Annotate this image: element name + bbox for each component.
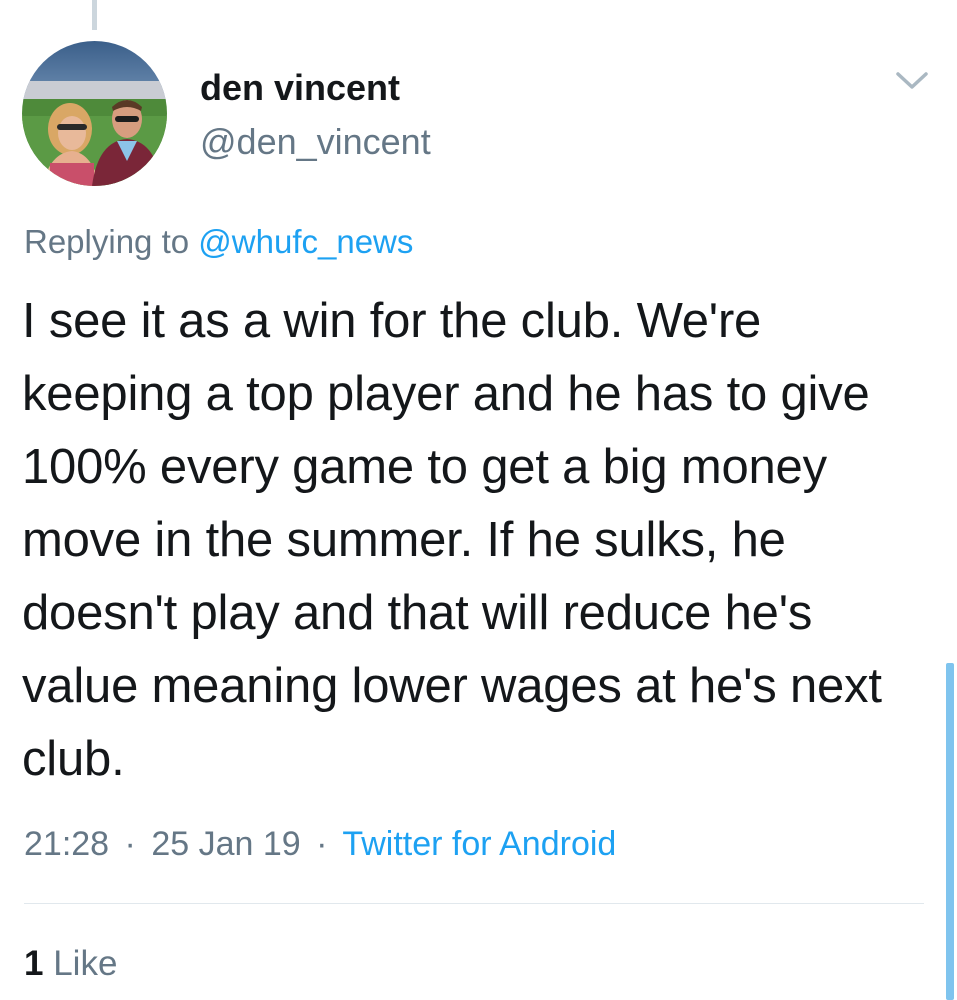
- tweet-text: I see it as a win for the club. We're ke…: [22, 294, 882, 786]
- like-count: 1: [24, 944, 44, 983]
- tweet-date[interactable]: 25 Jan 19: [151, 825, 300, 863]
- user-handle[interactable]: @den_vincent: [200, 120, 431, 164]
- thread-connector-line: [92, 0, 97, 30]
- display-name[interactable]: den vincent: [200, 66, 400, 110]
- like-label: Like: [53, 944, 118, 983]
- tweet-source-link[interactable]: Twitter for Android: [342, 825, 616, 863]
- stats-divider: [24, 903, 924, 904]
- chevron-down-icon[interactable]: [892, 66, 932, 94]
- replying-to-line: Replying to @whufc_news: [24, 220, 413, 264]
- tweet-time[interactable]: 21:28: [24, 825, 109, 863]
- reply-target-link[interactable]: @whufc_news: [198, 223, 413, 260]
- meta-separator: ·: [124, 825, 136, 863]
- tweet-meta: 21:28 · 25 Jan 19 · Twitter for Android: [24, 822, 616, 866]
- replying-to-label: Replying to: [24, 223, 190, 260]
- avatar-photo-icon: [22, 41, 167, 186]
- meta-separator: ·: [316, 825, 328, 863]
- scrollbar[interactable]: [946, 663, 954, 1000]
- avatar[interactable]: [22, 41, 167, 186]
- likes-stat[interactable]: 1 Like: [24, 942, 117, 986]
